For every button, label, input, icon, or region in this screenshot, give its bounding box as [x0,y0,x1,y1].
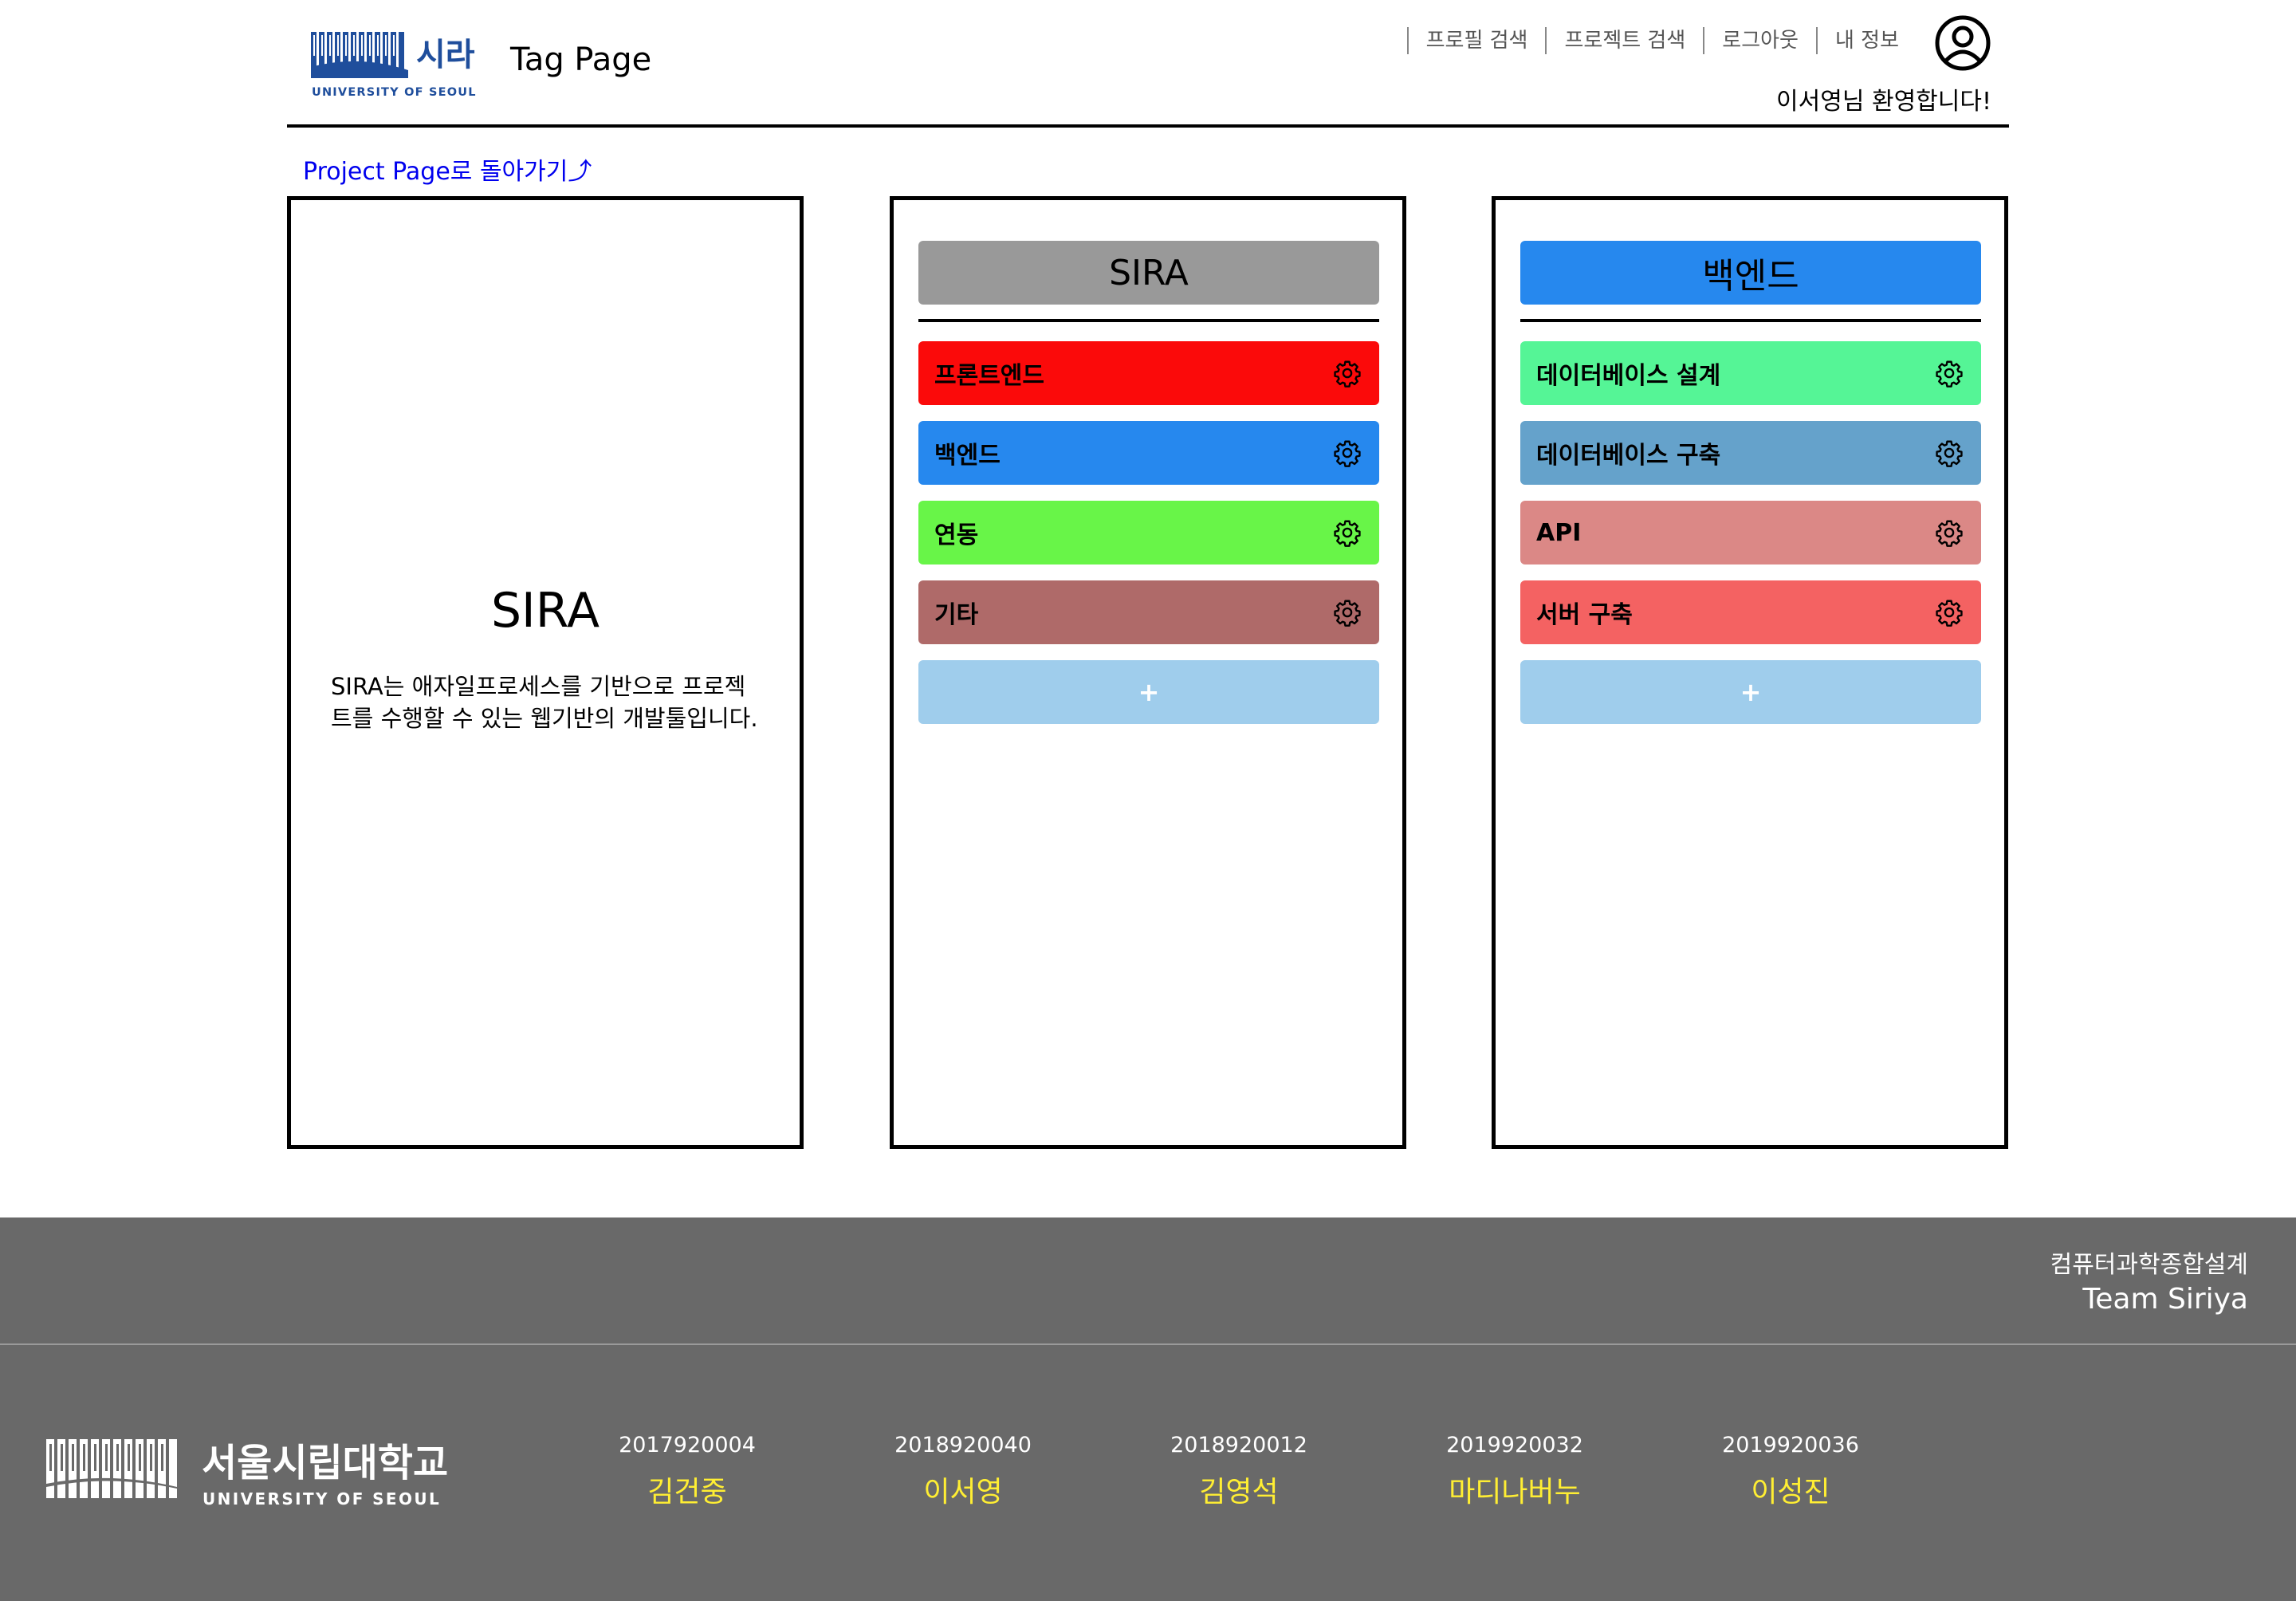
member-name: 이서영 [923,1476,1003,1509]
gear-icon[interactable] [1333,359,1362,387]
gear-icon[interactable] [1935,439,1964,467]
gear-icon[interactable] [1935,518,1964,547]
subtag-list: 데이터베이스 설계데이터베이스 구축 API 서버 구축 + [1520,341,1981,724]
nav-my-info[interactable]: 내 정보 [1815,27,1917,54]
subtag-item[interactable]: 서버 구축 [1520,580,1981,644]
add-tag-button[interactable]: + [1520,660,1981,724]
user-avatar-icon[interactable] [1934,14,1991,72]
member-student-id: 2018920012 [1170,1433,1307,1457]
team-member: 2019920032 마디나버누 [1419,1433,1610,1510]
gear-icon[interactable] [1333,518,1362,547]
team-member: 2018920040 이서영 [867,1433,1059,1510]
team-name: Team Siriya [2082,1283,2248,1316]
member-student-id: 2018920040 [894,1433,1032,1457]
project-title: SIRA [490,583,600,639]
tag-item[interactable]: 기타 [918,580,1379,644]
subtag-item[interactable]: API [1520,501,1981,564]
member-student-id: 2017920004 [619,1433,756,1457]
footer-top-band: 컴퓨터과학종합설계 Team Siriya [0,1217,2296,1345]
team-member: 2019920036 이성진 [1695,1433,1886,1510]
tag-label: 백엔드 [934,442,1001,470]
tag-item[interactable]: 프론트엔드 [918,341,1379,405]
tag-label: 연동 [934,521,979,549]
nav-profile-search[interactable]: 프로필 검색 [1406,27,1546,54]
team-member: 2017920004 김건중 [592,1433,783,1510]
add-tag-button[interactable]: + [918,660,1379,724]
footer-logo-english-text: UNIVERSITY OF SEOUL [202,1489,441,1508]
footer-university-logo: 서울시립대학교 UNIVERSITY OF SEOUL [46,1439,448,1508]
tag-label: 프론트엔드 [934,362,1044,390]
back-to-project-link[interactable]: Project Page로 돌아가기⤴ [303,151,592,187]
tag-panel: SIRA 프론트엔드백엔드연동기타 + [890,196,1406,1149]
gear-icon[interactable] [1935,598,1964,627]
member-name: 마디나버누 [1449,1476,1581,1509]
member-name: 김영석 [1199,1476,1279,1509]
member-student-id: 2019920032 [1446,1433,1583,1457]
tag-label: 기타 [934,601,979,629]
top-navigation: 프로필 검색 프로젝트 검색 로그아웃 내 정보 [1406,26,1917,56]
logo-english-text: UNIVERSITY OF SEOUL [312,86,477,97]
tag-label: API [1536,518,1582,547]
logo-korean-text: 시라 [416,37,475,73]
nav-project-search[interactable]: 프로젝트 검색 [1545,27,1703,54]
welcome-message: 이서영님 환영합니다! [1776,88,1991,116]
tag-panel-header[interactable]: SIRA [918,241,1379,305]
tag-item[interactable]: 연동 [918,501,1379,564]
page-footer: 컴퓨터과학종합설계 Team Siriya 서울시립대학교 UNIVERSITY… [0,1217,2296,1601]
project-info-panel: SIRA SIRA는 애자일프로세스를 기반으로 프로젝트를 수행할 수 있는 … [287,196,804,1149]
divider [1520,319,1981,322]
tag-list: 프론트엔드백엔드연동기타 + [918,341,1379,724]
gear-icon[interactable] [1935,359,1964,387]
tag-label: 데이터베이스 설계 [1536,362,1721,390]
subtag-item[interactable]: 데이터베이스 구축 [1520,421,1981,485]
member-name: 김건중 [647,1476,727,1509]
page-title: Tag Page [510,41,652,78]
university-logo[interactable]: 시라 UNIVERSITY OF SEOUL [311,30,482,97]
page-header: 시라 UNIVERSITY OF SEOUL Tag Page 프로필 검색 프… [287,0,2009,128]
tag-item[interactable]: 백엔드 [918,421,1379,485]
tag-label: 서버 구축 [1536,601,1633,629]
gear-icon[interactable] [1333,598,1362,627]
member-name: 이성진 [1751,1476,1830,1509]
tag-label: 데이터베이스 구축 [1536,442,1721,470]
nav-logout[interactable]: 로그아웃 [1703,27,1816,54]
divider [918,319,1379,322]
footer-logo-korean-text: 서울시립대학교 [202,1441,448,1485]
subtag-item[interactable]: 데이터베이스 설계 [1520,341,1981,405]
course-name: 컴퓨터과학종합설계 [2050,1251,2248,1279]
subtag-panel-header[interactable]: 백엔드 [1520,241,1981,305]
project-description: SIRA는 애자일프로세스를 기반으로 프로젝트를 수행할 수 있는 웹기반의 … [331,673,758,732]
subtag-panel: 백엔드 데이터베이스 설계데이터베이스 구축 API 서버 구축 + [1492,196,2008,1149]
member-student-id: 2019920036 [1722,1433,1859,1457]
team-member: 2018920012 김영석 [1143,1433,1335,1510]
gear-icon[interactable] [1333,439,1362,467]
